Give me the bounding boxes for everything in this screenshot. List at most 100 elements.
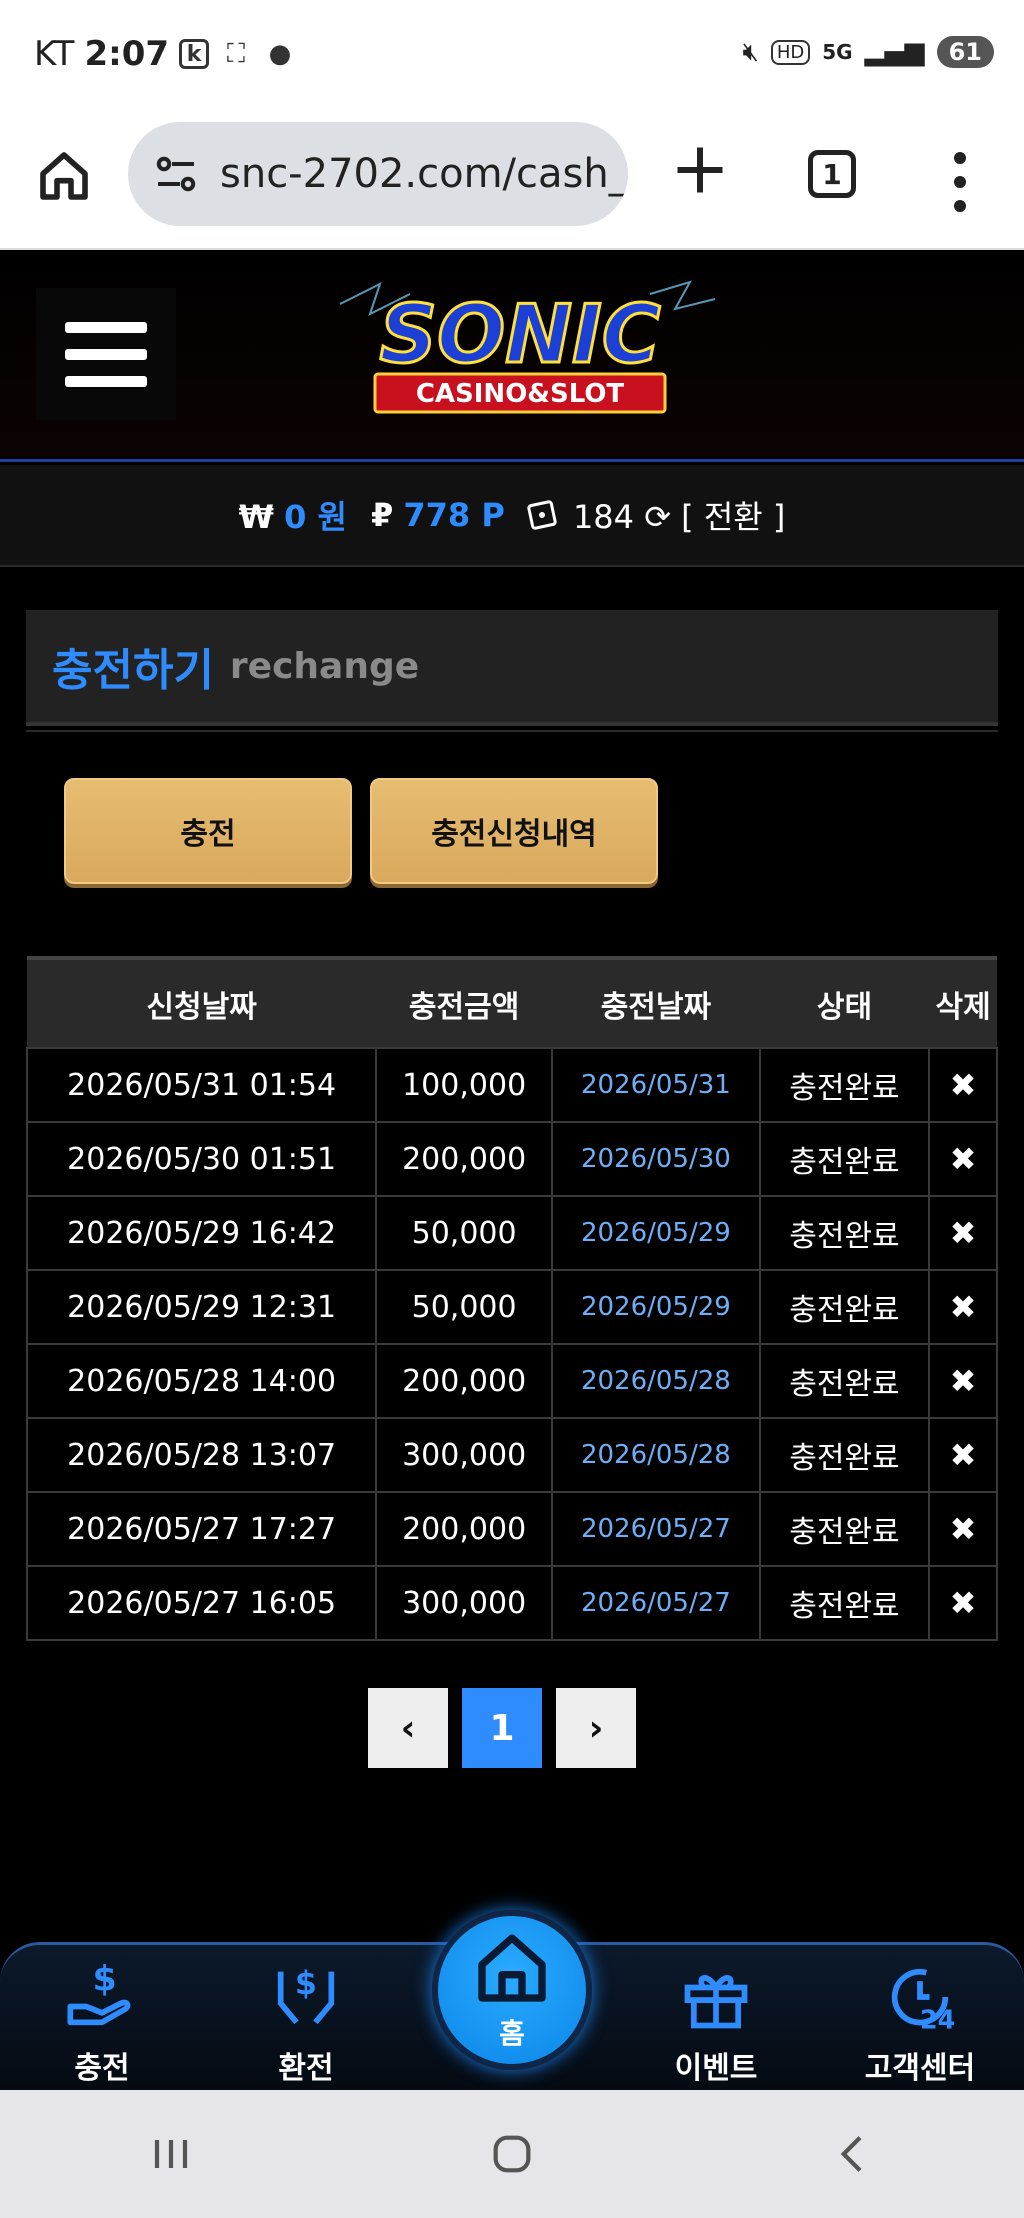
- charge-history-table: 신청날짜 충전금액 충전날짜 상태 삭제 2026/05/31 01:54 10…: [25, 956, 998, 1641]
- site-settings-icon[interactable]: [152, 150, 200, 198]
- status-cell: 충전완료: [758, 1195, 931, 1271]
- chip-count: 184: [572, 498, 635, 536]
- new-tab-icon[interactable]: [670, 140, 730, 200]
- tab-switcher-button[interactable]: 1: [808, 150, 856, 198]
- nav-charge[interactable]: $ 충전: [22, 1959, 182, 2087]
- charge-date-cell: 2026/05/30: [551, 1121, 761, 1197]
- pagination: ‹ 1 ›: [368, 1688, 636, 1768]
- request-date-cell: 2026/05/30 01:51: [25, 1121, 378, 1197]
- amount-cell: 300,000: [375, 1417, 554, 1493]
- system-home-icon[interactable]: [484, 2126, 540, 2182]
- svg-text:24: 24: [920, 2005, 955, 2035]
- delete-icon[interactable]: ✖: [928, 1565, 998, 1641]
- page-title: 충전하기 rechange: [26, 610, 998, 726]
- exchange-hands-icon: $: [277, 1966, 335, 2025]
- browser-home-icon[interactable]: [36, 148, 92, 204]
- status-cell: 충전완료: [758, 1565, 931, 1641]
- signal-icon: ▂▄▆: [864, 37, 925, 67]
- hamburger-menu-icon[interactable]: [36, 288, 176, 420]
- status-cell: 충전완료: [758, 1417, 931, 1493]
- back-icon[interactable]: [825, 2126, 881, 2182]
- status-cell: 충전완료: [758, 1269, 931, 1345]
- network-type-icon: 5G: [822, 40, 853, 64]
- delete-icon[interactable]: ✖: [928, 1417, 998, 1493]
- table-row: 2026/05/29 12:31 50,000 2026/05/29 충전완료 …: [25, 1269, 998, 1345]
- table-row: 2026/05/27 17:27 200,000 2026/05/27 충전완료…: [25, 1491, 998, 1567]
- request-date-cell: 2026/05/28 14:00: [25, 1343, 378, 1419]
- delete-icon[interactable]: ✖: [928, 1269, 998, 1345]
- charge-date-cell: 2026/05/28: [551, 1343, 761, 1419]
- delete-icon[interactable]: ✖: [928, 1195, 998, 1271]
- charge-button[interactable]: 충전: [64, 778, 352, 884]
- browser-toolbar: snc-2702.com/cash_ 1: [0, 118, 1024, 250]
- sonic-casino-logo[interactable]: SONIC CASINO&SLOT: [320, 274, 720, 424]
- clock: 2:07: [84, 34, 170, 74]
- switch-button[interactable]: [ 전환 ]: [681, 498, 785, 536]
- support-24h-icon: 24: [891, 1969, 955, 2035]
- table-row: 2026/05/31 01:54 100,000 2026/05/31 충전완료…: [25, 1047, 998, 1123]
- nav-event-label: 이벤트: [674, 2051, 758, 2086]
- amount-cell: 200,000: [375, 1491, 554, 1567]
- table-row: 2026/05/30 01:51 200,000 2026/05/30 충전완료…: [25, 1121, 998, 1197]
- header-request-date: 신청날짜: [146, 989, 257, 1025]
- refresh-icon[interactable]: ⟳: [644, 498, 671, 536]
- charge-date-cell: 2026/05/27: [551, 1491, 761, 1567]
- next-page-button[interactable]: ›: [556, 1688, 636, 1768]
- recent-apps-icon[interactable]: [143, 2126, 199, 2182]
- address-bar[interactable]: snc-2702.com/cash_: [128, 122, 628, 226]
- browser-menu-icon[interactable]: [940, 152, 980, 212]
- current-page-button[interactable]: 1: [462, 1688, 542, 1768]
- delete-icon[interactable]: ✖: [928, 1047, 998, 1123]
- delete-icon[interactable]: ✖: [928, 1121, 998, 1197]
- svg-text:$: $: [295, 1966, 317, 2002]
- amount-cell: 50,000: [375, 1195, 554, 1271]
- page-title-english: rechange: [229, 645, 420, 687]
- header-status: 상태: [816, 989, 873, 1025]
- charge-date-cell: 2026/05/27: [551, 1565, 761, 1641]
- charge-date-cell: 2026/05/28: [551, 1417, 761, 1493]
- delete-icon[interactable]: ✖: [928, 1343, 998, 1419]
- status-cell: 충전완료: [758, 1047, 931, 1123]
- header-amount: 충전금액: [408, 989, 520, 1025]
- header-charge-date: 충전날짜: [600, 989, 712, 1025]
- header-delete: 삭제: [935, 989, 991, 1025]
- request-date-cell: 2026/05/29 12:31: [25, 1269, 378, 1345]
- nav-support-label: 고객센터: [864, 2051, 976, 2086]
- amount-cell: 50,000: [375, 1269, 554, 1345]
- nav-home-button[interactable]: 홈: [432, 1910, 592, 2070]
- hd-voice-icon: HD: [770, 39, 811, 65]
- mute-icon: 🔇︎: [742, 36, 759, 67]
- carrier-label: KT: [34, 34, 75, 74]
- nav-exchange[interactable]: $ 환전: [226, 1959, 386, 2087]
- status-cell: 충전완료: [758, 1491, 931, 1567]
- kakao-k-icon: k: [179, 39, 210, 69]
- request-date-cell: 2026/05/28 13:07: [25, 1417, 378, 1493]
- screenshot-icon: ⛶: [226, 38, 246, 69]
- delete-icon[interactable]: ✖: [928, 1491, 998, 1567]
- status-cell: 충전완료: [758, 1121, 931, 1197]
- deposit-hand-icon: $: [67, 1960, 131, 2026]
- logo-text: SONIC: [379, 288, 660, 381]
- won-icon: ₩: [238, 498, 274, 536]
- charge-history-button[interactable]: 충전신청내역: [370, 778, 658, 884]
- nav-support[interactable]: 24 고객센터: [840, 1959, 1000, 2087]
- divider: [26, 730, 998, 732]
- table-row: 2026/05/27 16:05 300,000 2026/05/27 충전완료…: [25, 1565, 998, 1641]
- amount-cell: 200,000: [375, 1121, 554, 1197]
- home-icon: [478, 1934, 546, 2002]
- request-date-cell: 2026/05/29 16:42: [25, 1195, 378, 1271]
- battery-indicator: 61: [936, 36, 994, 68]
- request-date-cell: 2026/05/31 01:54: [25, 1047, 378, 1123]
- request-date-cell: 2026/05/27 16:05: [25, 1565, 378, 1641]
- nav-exchange-label: 환전: [278, 2051, 334, 2086]
- charge-date-cell: 2026/05/29: [551, 1269, 761, 1345]
- amount-cell: 200,000: [375, 1343, 554, 1419]
- point-icon: ₽: [370, 496, 394, 534]
- logo-subtext: CASINO&SLOT: [416, 379, 625, 409]
- amount-cell: 100,000: [375, 1047, 554, 1123]
- prev-page-button[interactable]: ‹: [368, 1688, 448, 1768]
- nav-event[interactable]: 이벤트: [636, 1959, 796, 2087]
- request-date-cell: 2026/05/27 17:27: [25, 1491, 378, 1567]
- table-row: 2026/05/28 13:07 300,000 2026/05/28 충전완료…: [25, 1417, 998, 1493]
- charge-date-cell: 2026/05/29: [551, 1195, 761, 1271]
